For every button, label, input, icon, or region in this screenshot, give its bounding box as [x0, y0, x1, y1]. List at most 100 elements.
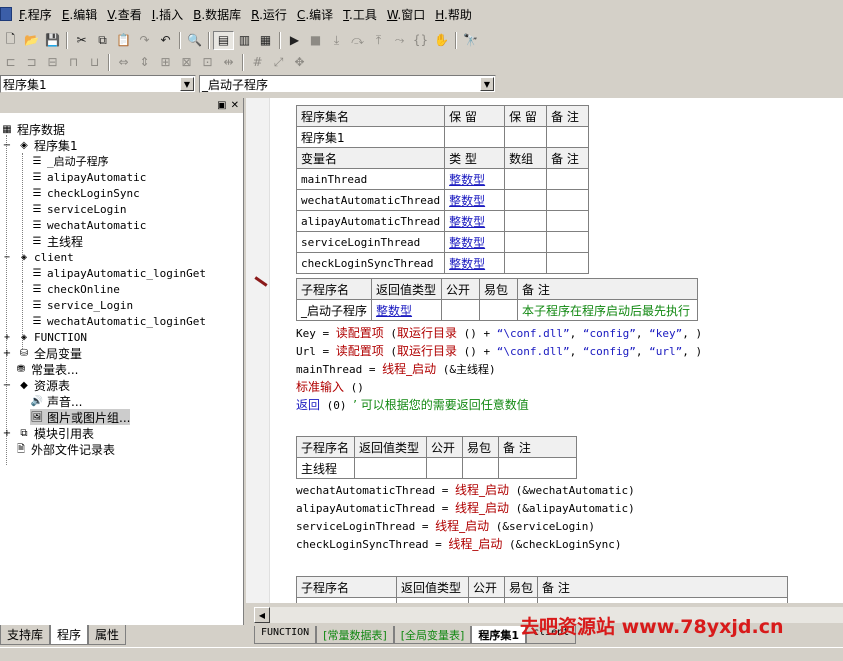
tree-root[interactable]: ▦ 程序数据	[0, 121, 65, 137]
tab-support-library[interactable]: 支持库	[0, 625, 51, 645]
return-type-cell[interactable]: 整数型	[371, 299, 443, 321]
expand-icon[interactable]: +	[0, 347, 14, 360]
tab-function[interactable]: FUNCTION	[254, 626, 317, 644]
align-hcenter-icon[interactable]: ⊟	[42, 53, 63, 72]
var-name-cell[interactable]: alipayAutomaticThread	[295, 210, 446, 232]
module-select[interactable]: 程序集1 ▼	[0, 75, 196, 93]
table-cell[interactable]	[462, 457, 499, 479]
menu-help[interactable]: H.帮助	[430, 6, 477, 23]
size-icon[interactable]: ⤢	[268, 53, 289, 72]
tree-item-sub[interactable]: ☰ alipayAutomatic_loginGet	[30, 265, 206, 281]
redo-icon[interactable]: ↷	[134, 31, 155, 50]
var-type-cell[interactable]: 整数型	[444, 210, 506, 232]
assembly-name-cell[interactable]: 程序集1	[295, 126, 446, 148]
tab-globals[interactable]: [全局变量表]	[393, 626, 472, 644]
table-cell[interactable]	[546, 210, 590, 232]
code-editor[interactable]: 程序集名 保 留 保 留 备 注 程序集1 变量名 类 型 数组 备 注 mai…	[246, 98, 843, 603]
code-line[interactable]: alipayAutomaticThread = 线程_启动 (&alipayAu…	[296, 499, 635, 517]
table-cell[interactable]	[354, 457, 427, 479]
tree-sound[interactable]: 🔊 声音...	[30, 393, 83, 409]
tree-resources[interactable]: − ◆ 资源表	[0, 377, 70, 393]
tree-item-sub[interactable]: ☰ checkLoginSync	[30, 185, 140, 201]
same-size-icon[interactable]: ⊞	[155, 53, 176, 72]
var-name-cell[interactable]: wechatAutomaticThread	[295, 189, 446, 211]
step-out-icon[interactable]: ⤒	[368, 31, 389, 50]
table-cell[interactable]	[441, 299, 481, 321]
table-cell[interactable]	[468, 597, 505, 603]
center-h-icon[interactable]: ⊡	[197, 53, 218, 72]
code-line[interactable]: 标准输入 ()	[296, 378, 364, 396]
same-height-icon[interactable]: ⇕	[134, 53, 155, 72]
center-v-icon[interactable]: ⊠	[176, 53, 197, 72]
tree-function[interactable]: + ◈ FUNCTION	[0, 329, 87, 345]
table-cell[interactable]	[503, 597, 539, 603]
space-h-icon[interactable]: ⇹	[218, 53, 239, 72]
layout-grid-icon[interactable]: ▦	[255, 31, 276, 50]
stop-icon[interactable]: ■	[305, 31, 326, 50]
tab-assembly1[interactable]: 程序集1	[471, 626, 527, 644]
var-type-cell[interactable]: 整数型	[444, 168, 506, 190]
tree-item-sub[interactable]: ☰ wechatAutomatic_loginGet	[30, 313, 206, 329]
menu-compile[interactable]: C.编译	[292, 6, 338, 23]
code-line[interactable]: Url = 读配置项 (取运行目录 () + “\conf.dll”, “con…	[296, 342, 702, 360]
step-over-icon[interactable]: ⤼	[347, 31, 368, 50]
tree-module-refs[interactable]: + ⧉ 模块引用表	[0, 425, 94, 441]
tree-item-sub[interactable]: ☰ serviceLogin	[30, 201, 127, 217]
expand-icon[interactable]: +	[0, 427, 14, 440]
open-folder-icon[interactable]: 📂	[21, 31, 42, 50]
table-cell[interactable]	[504, 168, 548, 190]
run-to-cursor-icon[interactable]: ⤳	[389, 31, 410, 50]
tree-constants[interactable]: ⛃ 常量表...	[14, 361, 79, 377]
sub-note-cell[interactable]: 本子程序在程序启动后最先执行	[517, 299, 699, 321]
table-cell[interactable]	[426, 457, 463, 479]
same-width-icon[interactable]: ⇔	[113, 53, 134, 72]
chevron-down-icon[interactable]: ▼	[180, 77, 194, 91]
tree-item-sub[interactable]: ☰ _启动子程序	[30, 153, 109, 169]
table-cell[interactable]	[498, 457, 577, 479]
grid-icon[interactable]: #	[247, 53, 268, 72]
collapse-icon[interactable]: −	[0, 139, 14, 152]
save-icon[interactable]: 💾	[42, 31, 63, 50]
find-icon[interactable]: 🔍	[184, 31, 205, 50]
tree-item-sub[interactable]: ☰ 主线程	[30, 233, 84, 249]
undo-icon[interactable]: ↶	[155, 31, 176, 50]
run-icon[interactable]: ▶	[284, 31, 305, 50]
collapse-icon[interactable]: −	[0, 379, 14, 392]
table-cell[interactable]	[396, 597, 469, 603]
braces-icon[interactable]: {}	[410, 31, 431, 50]
sub-name-cell[interactable]: 主线程	[296, 457, 355, 479]
menu-program[interactable]: F.程序	[14, 6, 57, 23]
expand-icon[interactable]: +	[0, 331, 14, 344]
step-into-icon[interactable]: ⤓	[326, 31, 347, 50]
table-cell[interactable]	[479, 299, 519, 321]
hand-icon[interactable]: ✋	[431, 31, 452, 50]
table-cell[interactable]	[504, 126, 548, 148]
var-name-cell[interactable]: checkLoginSyncThread	[295, 252, 446, 274]
var-type-cell[interactable]: 整数型	[444, 189, 506, 211]
layout-bottom-icon[interactable]: ▥	[234, 31, 255, 50]
table-cell[interactable]	[504, 210, 548, 232]
table-cell[interactable]	[444, 126, 506, 148]
table-cell[interactable]	[537, 597, 789, 603]
tree-client[interactable]: − ◈ client	[0, 249, 74, 265]
menu-insert[interactable]: I.插入	[147, 6, 188, 23]
var-name-cell[interactable]: mainThread	[295, 168, 446, 190]
align-top-icon[interactable]: ⊓	[63, 53, 84, 72]
menu-tools[interactable]: T.工具	[338, 6, 382, 23]
table-cell[interactable]	[504, 231, 548, 253]
menu-run[interactable]: R.运行	[246, 6, 292, 23]
tree-item-sub[interactable]: ☰ alipayAutomatic	[30, 169, 147, 185]
table-cell[interactable]	[504, 189, 548, 211]
cut-icon[interactable]: ✂	[71, 31, 92, 50]
table-cell[interactable]	[546, 189, 590, 211]
tab-program[interactable]: 程序	[50, 625, 89, 645]
code-line[interactable]: serviceLoginThread = 线程_启动 (&serviceLogi…	[296, 517, 595, 535]
menu-view[interactable]: V.查看	[102, 6, 147, 23]
table-cell[interactable]	[504, 252, 548, 274]
layout-left-icon[interactable]: ▤	[213, 30, 234, 50]
tree-external-files[interactable]: 🗎 外部文件记录表	[14, 441, 115, 457]
copy-icon[interactable]: ⧉	[92, 31, 113, 50]
new-file-icon[interactable]: 🗋	[0, 31, 21, 50]
table-cell[interactable]	[546, 252, 590, 274]
tree-globals[interactable]: + ⛁ 全局变量	[0, 345, 82, 361]
